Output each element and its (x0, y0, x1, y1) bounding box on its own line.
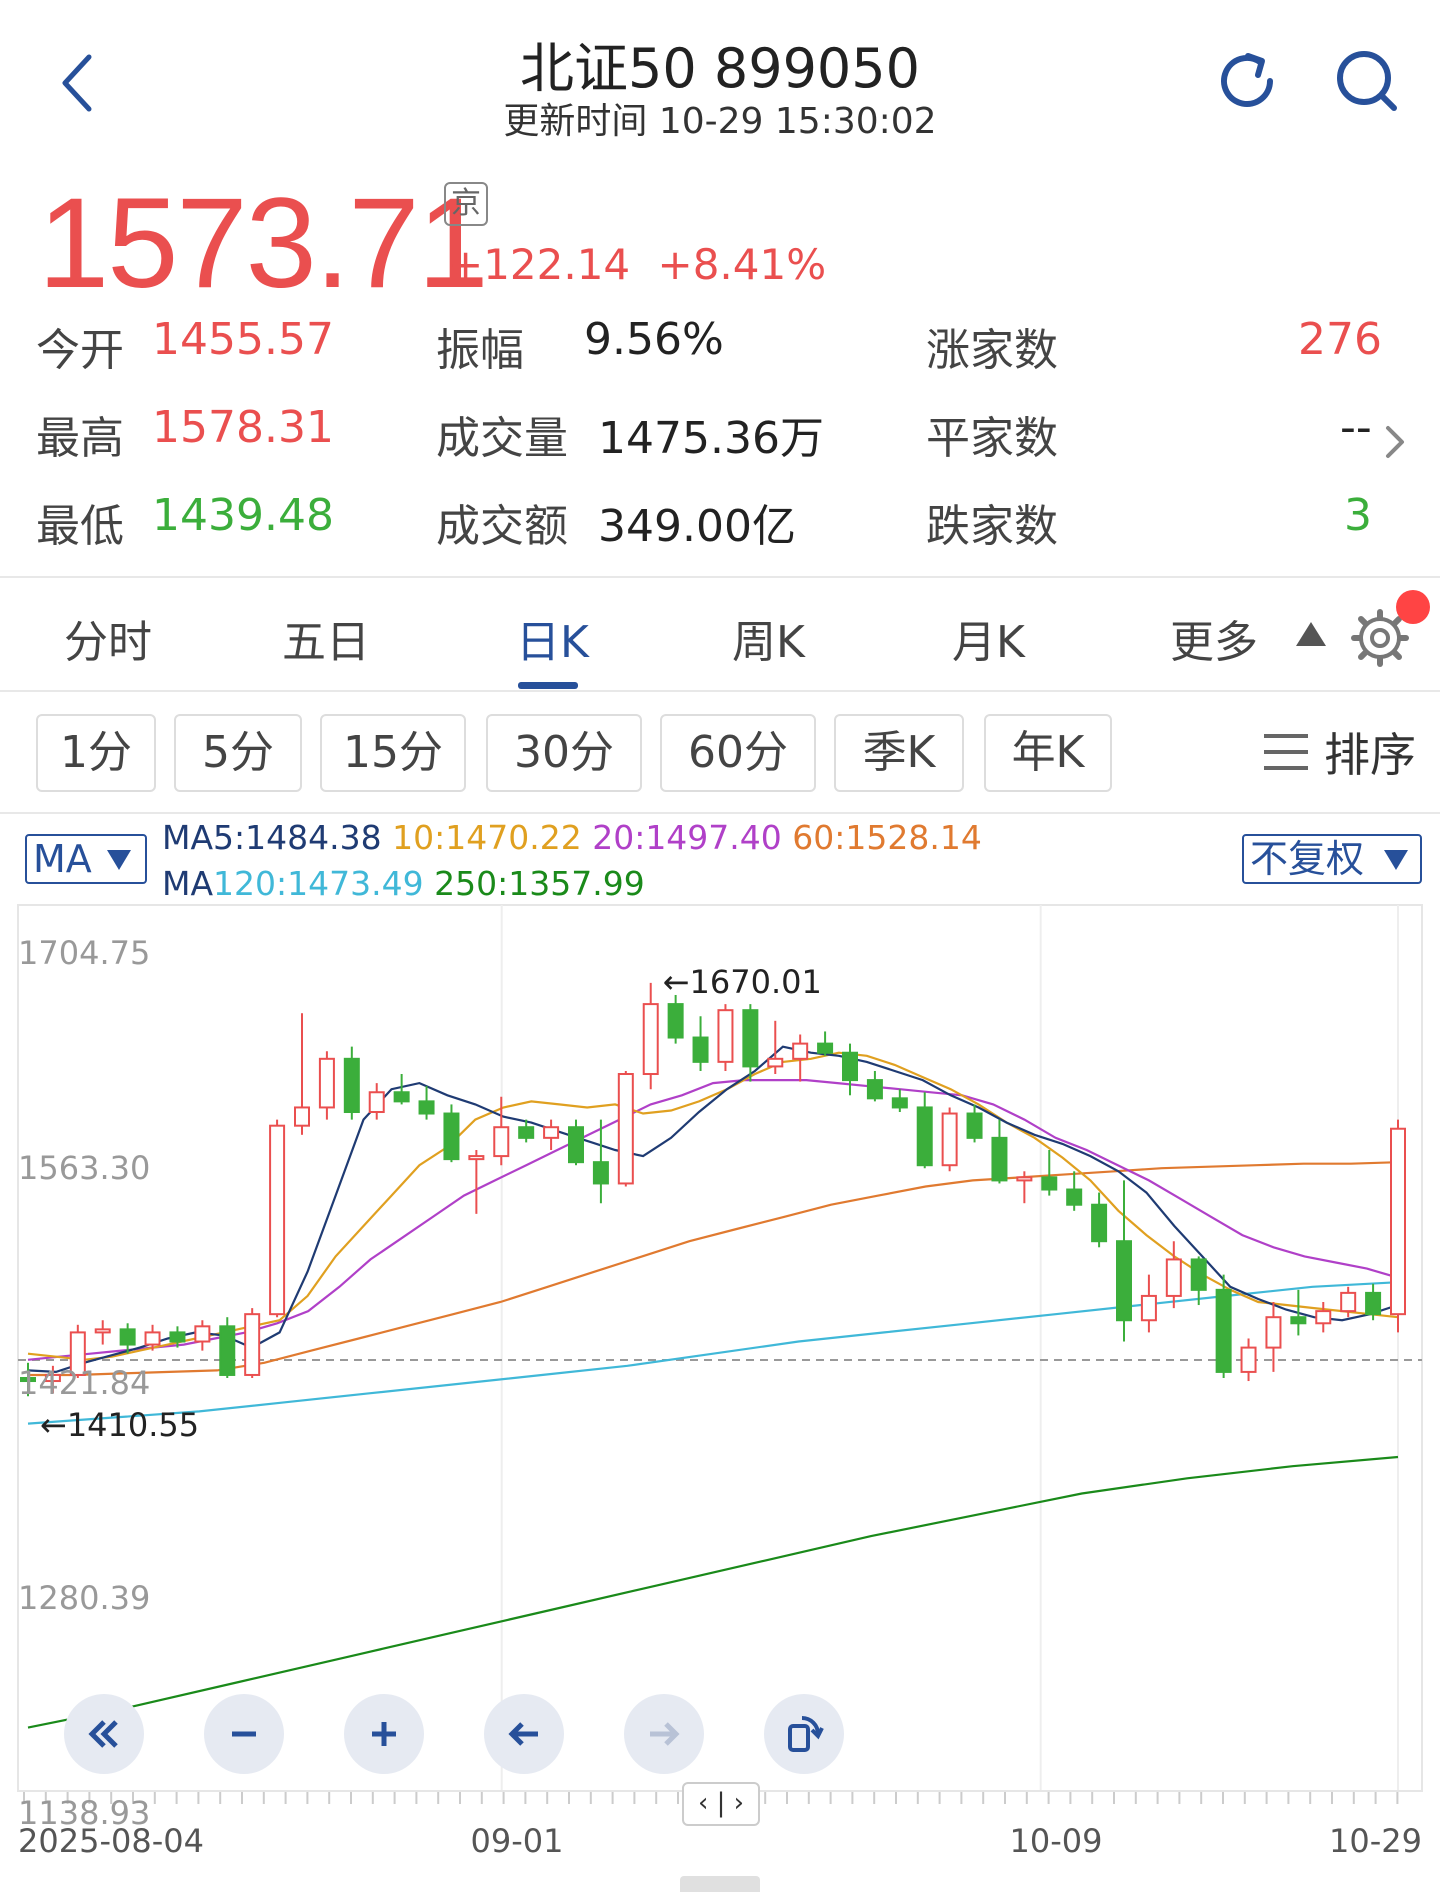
indicator-select[interactable]: MA (25, 834, 147, 884)
period-year-k[interactable]: 年K (984, 714, 1112, 792)
search-icon (1337, 51, 1397, 111)
menu-icon (1264, 734, 1308, 770)
period-30min[interactable]: 30分 (486, 714, 642, 792)
volume-label: 成交量 (436, 413, 568, 464)
high-value: 1578.31 (152, 402, 334, 453)
arrow-left-icon (508, 1722, 538, 1746)
period-quarter-k[interactable]: 季K (834, 714, 964, 792)
triangle-down-icon (107, 850, 131, 870)
period-1min[interactable]: 1分 (36, 714, 156, 792)
ma-legend-row2: MA120:1473.49 250:1357.99 (162, 864, 645, 903)
up-count-value: 276 (1298, 314, 1382, 365)
turnover-value: 349.00亿 (598, 501, 796, 552)
period-60min[interactable]: 60分 (660, 714, 816, 792)
flat-count-label: 平家数 (926, 413, 1058, 464)
zoom-out-button[interactable] (204, 1694, 284, 1774)
flat-count-value: -- (1340, 402, 1372, 453)
pan-left-button[interactable] (484, 1694, 564, 1774)
tab-more[interactable]: 更多 (1170, 606, 1258, 670)
header: 北证50 899050 更新时间 10-29 15:30:02 (0, 0, 1440, 150)
pan-right-button[interactable] (624, 1694, 704, 1774)
triangle-down-icon (1384, 850, 1408, 870)
ma10-legend: 10:1470.22 (392, 818, 582, 857)
tab-weekly-k[interactable]: 周K (732, 606, 805, 670)
ma20-legend: 20:1497.40 (592, 818, 782, 857)
up-count-label: 涨家数 (926, 325, 1058, 376)
notification-dot (1396, 590, 1430, 624)
tab-five-day[interactable]: 五日 (282, 606, 370, 670)
tab-monthly-k[interactable]: 月K (952, 606, 1025, 670)
price-change: +122.14 +8.41% (448, 240, 826, 289)
period-selector: 1分 5分 15分 30分 60分 季K 年K 排序 (0, 692, 1440, 814)
change-percent: +8.41% (657, 240, 827, 289)
double-chevron-left-icon (88, 1720, 118, 1748)
chart-pager-handle[interactable]: ‹ | › (682, 1782, 760, 1826)
current-price: 1573.71 (38, 172, 489, 315)
low-value: 1439.48 (152, 490, 334, 541)
minus-icon (232, 1731, 256, 1737)
period-15min[interactable]: 15分 (320, 714, 466, 792)
sort-button[interactable]: 排序 (1262, 722, 1416, 782)
bottom-handle[interactable] (680, 1876, 760, 1892)
refresh-icon (1221, 53, 1273, 107)
low-label: 最低 (36, 501, 124, 552)
stats-more-button[interactable] (1380, 420, 1416, 470)
rotate-icon (788, 1716, 824, 1752)
refresh-button[interactable] (1212, 46, 1282, 116)
high-label: 最高 (36, 413, 124, 464)
quote-stats[interactable]: 今开 1455.57 最高 1578.31 最低 1439.48 振幅 9.56… (0, 300, 1440, 560)
chevron-right-icon (1386, 426, 1404, 458)
adjust-select[interactable]: 不复权 (1242, 834, 1422, 884)
zoom-in-button[interactable] (344, 1694, 424, 1774)
turnover-label: 成交额 (436, 501, 568, 552)
rotate-button[interactable] (764, 1694, 844, 1774)
ma120-legend: 120:1473.49 (213, 864, 424, 903)
amplitude-value: 9.56% (584, 314, 724, 365)
arrow-right-icon (650, 1722, 680, 1746)
sort-label: 排序 (1324, 728, 1416, 782)
ma60-legend: 60:1528.14 (792, 818, 982, 857)
period-5min[interactable]: 5分 (174, 714, 302, 792)
ma-legend-row1: MA5:1484.38 10:1470.22 20:1497.40 60:152… (162, 818, 982, 857)
volume-value: 1475.36万 (598, 413, 824, 464)
tab-daily-k[interactable]: 日K (516, 606, 589, 670)
triangle-up-icon[interactable] (1296, 622, 1326, 646)
down-count-label: 跌家数 (926, 501, 1058, 552)
chart-tabs: 分时 五日 日K 周K 月K 更多 (0, 578, 1440, 690)
change-value: +122.14 (448, 240, 631, 289)
ma5-legend: MA5:1484.38 (162, 818, 382, 857)
exchange-badge: 京 (444, 182, 488, 226)
search-button[interactable] (1332, 46, 1402, 116)
tab-intraday[interactable]: 分时 (64, 606, 152, 670)
down-count-value: 3 (1344, 490, 1372, 541)
ma250-legend: 250:1357.99 (434, 864, 645, 903)
open-value: 1455.57 (152, 314, 334, 365)
ma120-prefix: MA (162, 864, 214, 903)
adjust-label: 不复权 (1250, 837, 1365, 881)
open-label: 今开 (36, 325, 124, 376)
active-tab-indicator (518, 682, 578, 689)
plus-icon (372, 1722, 396, 1746)
amplitude-label: 振幅 (436, 325, 524, 376)
indicator-label: MA (33, 837, 92, 881)
rewind-button[interactable] (64, 1694, 144, 1774)
